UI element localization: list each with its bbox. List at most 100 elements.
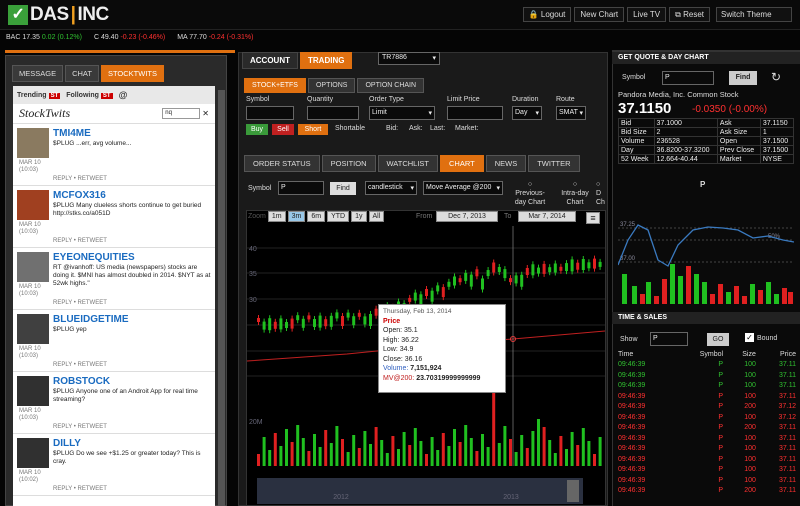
day-volume-bar xyxy=(640,294,645,304)
tab-order-status[interactable]: ORDER STATUS xyxy=(244,155,320,172)
volume-bar xyxy=(565,449,568,466)
day-chart-option[interactable]: ○ D Ch xyxy=(596,180,608,207)
tab-position[interactable]: POSITION xyxy=(321,155,376,172)
message-author[interactable]: ROBSTOCK xyxy=(53,376,211,387)
live-tv-button[interactable]: Live TV xyxy=(627,7,667,22)
table-row: 09:46:39 P 100 37.12 xyxy=(616,412,798,423)
to-date-input[interactable]: Mar 7, 2014 xyxy=(518,211,576,222)
volume-bar xyxy=(268,450,272,466)
zoom-6m[interactable]: 6m xyxy=(307,211,326,222)
buy-button[interactable]: Buy xyxy=(246,124,268,135)
tab-options[interactable]: OPTIONS xyxy=(307,78,356,93)
close-icon[interactable]: ✕ xyxy=(202,109,209,118)
tab-twitter[interactable]: TWITTER xyxy=(528,155,580,172)
radio-icon: ○ xyxy=(572,181,578,188)
app-logo: ✓ DAS | INC xyxy=(8,4,109,26)
tab-watchlist[interactable]: WATCHLIST xyxy=(377,155,438,172)
tab-stock-etfs[interactable]: STOCK+ETFS xyxy=(244,78,306,93)
trending-tab[interactable]: Trending ST xyxy=(17,92,61,99)
message-author[interactable]: EYEONEQUITIES xyxy=(53,252,211,263)
quote-symbol-input[interactable]: P xyxy=(662,71,714,85)
timesales-symbol-input[interactable]: P xyxy=(650,332,688,346)
logout-button[interactable]: 🔒 Logout xyxy=(522,7,572,22)
sell-button[interactable]: Sell xyxy=(272,124,294,135)
tab-chart[interactable]: CHART xyxy=(440,155,484,172)
volume-bar xyxy=(341,439,344,466)
zoom-1y[interactable]: 1y xyxy=(351,211,367,222)
message-author[interactable]: MCFOX316 xyxy=(53,190,211,201)
message-author[interactable]: BLUEIDGETIME xyxy=(53,314,129,325)
volume-bar xyxy=(285,429,288,466)
refresh-icon[interactable]: ↻ xyxy=(771,70,781,84)
volume-bar xyxy=(369,444,372,466)
message-actions[interactable]: REPLY • RETWEET xyxy=(53,362,107,368)
tab-chat[interactable]: CHAT xyxy=(65,65,99,82)
from-label: From xyxy=(416,213,433,220)
duration-select[interactable]: Day ▾ xyxy=(512,106,542,120)
table-cell: P xyxy=(718,487,724,495)
column-header[interactable]: Size xyxy=(725,349,758,360)
volume-bar xyxy=(290,442,294,466)
limit-price-input[interactable] xyxy=(447,106,503,120)
chart-symbol-input[interactable]: P xyxy=(278,181,324,195)
volume-bar xyxy=(318,447,322,466)
to-label: To xyxy=(504,213,512,220)
tab-trading[interactable]: TRADING xyxy=(300,52,353,69)
message-actions[interactable]: REPLY • RETWEET xyxy=(53,238,107,244)
bound-checkbox[interactable]: ✓ xyxy=(745,333,754,342)
volume-bar xyxy=(307,451,311,466)
reset-button[interactable]: ⧉ Reset xyxy=(669,7,710,22)
zoom-3m[interactable]: 3m xyxy=(287,211,306,222)
candle xyxy=(346,312,350,318)
previous-day-chart-option[interactable]: ○ Previous-day Chart xyxy=(510,180,550,207)
zoom-ytd[interactable]: YTD xyxy=(327,211,350,222)
tab-account[interactable]: ACCOUNT xyxy=(242,52,298,69)
from-date-input[interactable]: Dec 7, 2013 xyxy=(436,211,498,222)
feed-scrollbar[interactable] xyxy=(218,90,225,506)
route-select[interactable]: SMAT ▾ xyxy=(556,106,586,120)
new-chart-button[interactable]: New Chart xyxy=(574,7,625,22)
volume-bar xyxy=(397,449,400,466)
tab-message[interactable]: MESSAGE xyxy=(12,65,64,82)
chart-style-select[interactable]: candlestick ▾ xyxy=(365,181,417,195)
table-cell: 100 xyxy=(744,413,756,421)
at-icon[interactable]: @ xyxy=(119,90,128,100)
day-volume-bar xyxy=(750,284,755,304)
candle xyxy=(509,278,512,283)
stocktwits-search-input[interactable]: nq xyxy=(162,108,201,119)
go-button[interactable]: GO xyxy=(707,333,729,346)
switch-theme-select[interactable]: Switch Theme xyxy=(716,7,792,22)
avatar xyxy=(17,128,49,158)
tab-option-chain[interactable]: OPTION CHAIN xyxy=(357,78,425,93)
message-actions[interactable]: REPLY • RETWEET xyxy=(53,486,107,492)
table-row: 09:46:39 P 100 37.11 xyxy=(616,360,798,371)
zoom-1m[interactable]: 1m xyxy=(267,211,286,222)
column-header[interactable]: Symbol xyxy=(674,349,725,360)
quote-row: 52 Week 12.664-40.44 Market NYSE xyxy=(618,154,795,164)
column-header[interactable]: Time xyxy=(616,349,674,360)
message-author[interactable]: TMI4ME xyxy=(53,128,131,139)
indicator-select[interactable]: Move Average @200 ▾ xyxy=(423,181,503,195)
candle xyxy=(531,264,535,276)
chart-find-button[interactable]: Find xyxy=(330,182,356,195)
short-button[interactable]: Short xyxy=(298,124,328,135)
zoom-all[interactable]: All xyxy=(368,211,385,222)
tab-stocktwits[interactable]: STOCKTWITS xyxy=(100,65,164,82)
intra-day-chart-option[interactable]: ○ Intra-day Chart xyxy=(558,180,592,207)
message-actions[interactable]: REPLY • RETWEET xyxy=(53,424,107,430)
volume-bar xyxy=(313,434,316,466)
account-select[interactable]: TR7886 ▾ xyxy=(378,52,440,65)
order-type-select[interactable]: Limit ▾ xyxy=(369,106,435,120)
quote-find-button[interactable]: Find xyxy=(729,71,757,85)
column-header[interactable]: Price xyxy=(758,349,798,360)
day-volume-bar xyxy=(678,276,683,304)
symbol-input[interactable] xyxy=(246,106,294,120)
menu-icon[interactable]: ≡ xyxy=(586,212,600,224)
message-author[interactable]: DILLY xyxy=(53,438,211,449)
message-actions[interactable]: REPLY • RETWEET xyxy=(53,176,107,182)
quantity-input[interactable] xyxy=(307,106,359,120)
candle xyxy=(285,322,288,328)
following-tab[interactable]: Following ST xyxy=(66,92,113,99)
message-actions[interactable]: REPLY • RETWEET xyxy=(53,300,107,306)
tab-news[interactable]: NEWS xyxy=(485,155,527,172)
